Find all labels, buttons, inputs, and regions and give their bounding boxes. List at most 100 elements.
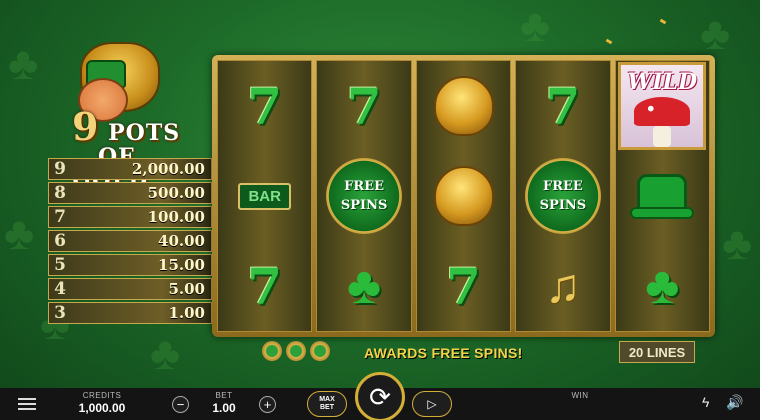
paytable-count: 7 <box>54 207 66 227</box>
reel-cell: ♣ <box>616 241 709 331</box>
reel-cell: ♣ <box>317 241 410 331</box>
mushroom-stem-icon <box>653 125 672 147</box>
seven-symbol: 7 <box>446 256 481 316</box>
spin-icon: ⟳ <box>369 381 391 412</box>
bet-label: BET <box>215 391 233 400</box>
turbo-icon[interactable]: ϟ <box>702 394 709 410</box>
reel-4: 7 FREE SPINS ♫ <box>515 60 611 332</box>
confetti-decoration <box>605 38 613 45</box>
reel-3: 7 <box>415 60 512 332</box>
confetti-decoration <box>659 18 667 25</box>
clover-symbol-icon: ♣ <box>645 257 680 315</box>
background-clover-decoration: ♣ <box>150 327 181 379</box>
bar-symbol: BAR <box>238 182 291 210</box>
paytable-value: 500.00 <box>147 184 205 202</box>
paytable-value: 5.00 <box>168 280 205 298</box>
bet-increase-button[interactable]: + <box>259 396 276 413</box>
credits-label: CREDITS <box>82 391 122 400</box>
game-logo: 9 POTS OF GOLD <box>62 38 212 190</box>
free-spins-coin-icon <box>262 341 282 361</box>
reel-frame: 7 BAR 7 7 FREE SPINS ♣ 7 7 FREE SPINS ♫ … <box>212 55 715 337</box>
reel-cell: 7 <box>417 241 510 331</box>
pot-of-gold-symbol-icon <box>433 166 494 226</box>
reel-cell: 7 <box>516 61 609 151</box>
paytable-value: 15.00 <box>158 256 205 274</box>
reel-cell: 7 <box>317 61 410 151</box>
leprechaun-hat-symbol-icon <box>630 174 695 219</box>
background-clover-decoration: ♣ <box>520 0 551 51</box>
paytable-count: 9 <box>54 159 66 179</box>
credits-value: 1,000.00 <box>78 401 126 415</box>
reel-cell: FREE SPINS <box>516 151 609 241</box>
pot-of-gold-symbol-icon <box>433 76 494 136</box>
paytable-row: 6 40.00 <box>48 230 212 252</box>
bet-display: BET 1.00 <box>204 391 244 415</box>
max-bet-line1: MAX <box>319 395 335 403</box>
seven-symbol: 7 <box>247 256 283 316</box>
paytable-count: 6 <box>54 231 66 251</box>
paytable-row: 9 2,000.00 <box>48 158 212 180</box>
clover-symbol-icon: ♣ <box>347 257 382 315</box>
free-spins-coin-icon <box>310 341 330 361</box>
paytable-count: 5 <box>54 255 66 275</box>
free-spins-symbol: FREE SPINS <box>326 158 403 234</box>
reel-2: 7 FREE SPINS ♣ <box>316 60 412 332</box>
autoplay-icon: ▷ <box>427 397 437 411</box>
reel-5: WILD ♣ <box>614 60 711 332</box>
menu-icon[interactable] <box>18 395 36 413</box>
paytable-row: 7 100.00 <box>48 206 212 228</box>
bet-value: 1.00 <box>212 401 236 415</box>
reel-cell <box>417 61 510 151</box>
spin-button[interactable]: ⟳ <box>355 372 405 420</box>
reels: 7 BAR 7 7 FREE SPINS ♣ 7 7 FREE SPINS ♫ … <box>217 60 711 332</box>
background-clover-decoration: ♣ <box>700 7 731 59</box>
paytable-row: 8 500.00 <box>48 182 212 204</box>
wild-label: WILD <box>627 69 698 95</box>
reel-cell: 7 <box>218 241 311 331</box>
reel-cell <box>417 151 510 241</box>
paytable-count: 3 <box>54 303 66 323</box>
sound-icon[interactable]: 🔊 <box>726 394 743 411</box>
paytable-value: 2,000.00 <box>131 160 205 178</box>
bonus-message: AWARDS FREE SPINS! <box>364 345 523 361</box>
harp-symbol-icon: ♫ <box>544 259 581 313</box>
bet-decrease-button[interactable]: − <box>172 396 189 413</box>
credits-display: CREDITS 1,000.00 <box>72 391 132 415</box>
win-label: WIN <box>571 391 589 400</box>
reel-cell: 7 <box>218 61 311 151</box>
paytable-value: 100.00 <box>147 208 205 226</box>
reel-cell: WILD <box>616 61 709 151</box>
free-spins-line1: FREE <box>344 178 385 194</box>
reel-cell <box>616 151 709 241</box>
seven-symbol: 7 <box>346 76 382 136</box>
logo-title-line1: POTS <box>108 120 181 146</box>
max-bet-button[interactable]: MAX BET <box>307 391 347 417</box>
mushroom-icon <box>634 97 691 126</box>
max-bet-line2: BET <box>320 404 334 411</box>
free-spins-line1: FREE <box>542 178 583 194</box>
reel-cell: BAR <box>218 151 311 241</box>
paytable-value: 1.00 <box>168 304 205 322</box>
paytable-row: 4 5.00 <box>48 278 212 300</box>
free-spins-line2: SPINS <box>340 198 388 213</box>
bonus-icons <box>262 341 330 361</box>
paytable-row: 3 1.00 <box>48 302 212 324</box>
paytable-count: 8 <box>54 183 66 203</box>
wild-symbol: WILD <box>618 62 707 150</box>
free-spins-symbol: FREE SPINS <box>524 158 601 234</box>
lines-badge: 20 LINES <box>619 341 695 363</box>
paytable-row: 5 15.00 <box>48 254 212 276</box>
seven-symbol: 7 <box>247 76 283 136</box>
reel-cell: ♫ <box>516 241 609 331</box>
free-spins-coin-icon <box>286 341 306 361</box>
autoplay-button[interactable]: ▷ <box>412 391 452 417</box>
background-clover-decoration: ♣ <box>4 207 35 259</box>
logo-number: 9 <box>72 104 100 149</box>
paytable-value: 40.00 <box>158 232 205 250</box>
win-display: WIN <box>560 391 600 400</box>
reel-1: 7 BAR 7 <box>217 60 313 332</box>
seven-symbol: 7 <box>545 76 581 136</box>
free-spins-line2: SPINS <box>539 198 587 213</box>
paytable: 9 2,000.00 8 500.00 7 100.00 6 40.00 5 15.00 … <box>48 158 212 326</box>
background-clover-decoration: ♣ <box>722 217 753 269</box>
